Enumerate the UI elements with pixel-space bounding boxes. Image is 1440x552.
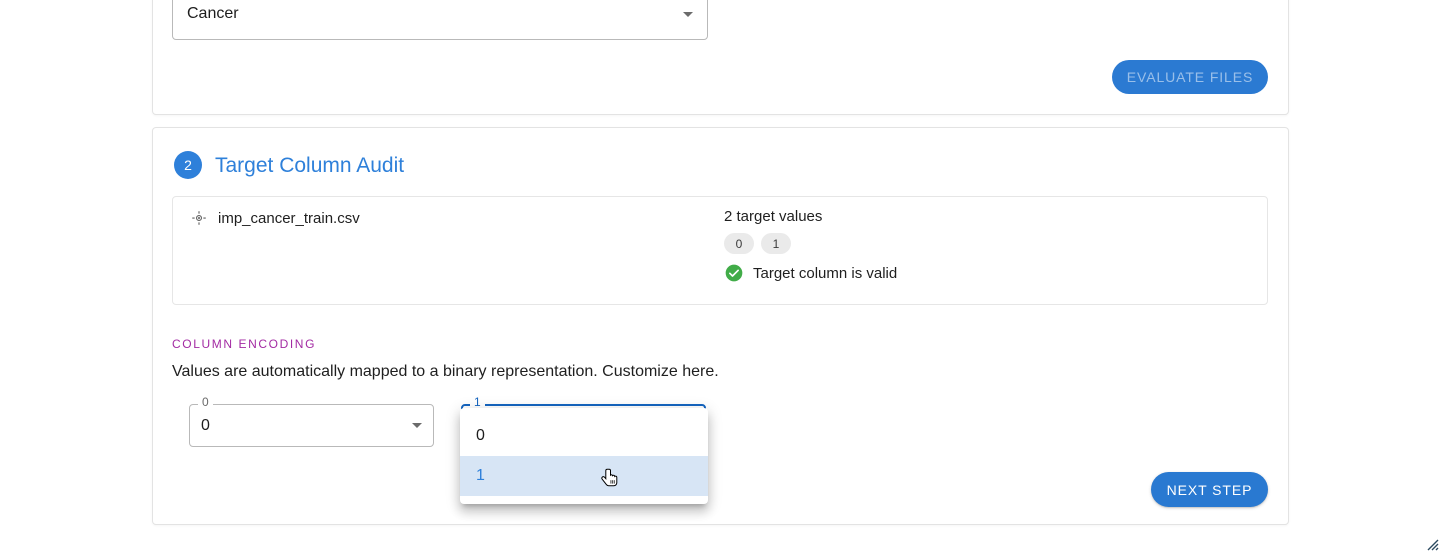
app-page: Cancer EVALUATE FILES 2 Target Column Au…: [0, 0, 1440, 552]
encoding-dropdown-menu[interactable]: 0 1: [460, 408, 708, 504]
column-encoding-section-label: COLUMN ENCODING: [172, 337, 317, 351]
audit-file-name: imp_cancer_train.csv: [218, 209, 360, 227]
encoding-menu-option-1-label: 1: [476, 467, 485, 484]
target-column-select[interactable]: Cancer: [172, 0, 708, 40]
audit-file-row: imp_cancer_train.csv: [190, 209, 360, 227]
encoding-menu-option-0-label: 0: [476, 427, 485, 444]
next-step-button-label: NEXT STEP: [1166, 481, 1253, 498]
target-column-audit-panel: imp_cancer_train.csv 2 target values 0 1…: [172, 196, 1268, 305]
check-circle-icon: [725, 264, 743, 282]
step-2-card: [152, 127, 1289, 525]
step-2-header: 2 Target Column Audit: [174, 151, 404, 179]
next-step-button[interactable]: NEXT STEP: [1151, 472, 1268, 507]
window-resize-handle[interactable]: [1425, 537, 1439, 551]
step-2-badge: 2: [174, 151, 202, 179]
evaluate-files-button-label: EVALUATE FILES: [1126, 69, 1254, 85]
chevron-down-icon: [412, 423, 422, 428]
column-encoding-description: Values are automatically mapped to a bin…: [172, 363, 719, 380]
target-value-chip: 0: [724, 233, 754, 254]
target-column-select-value: Cancer: [187, 5, 239, 22]
encoding-menu-option-1[interactable]: 1: [460, 456, 708, 496]
target-value-chip: 1: [761, 233, 791, 254]
target-validity-status: Target column is valid: [724, 263, 897, 283]
encoding-select-0-value: 0: [201, 416, 210, 434]
encoding-select-0[interactable]: 0 0: [189, 396, 434, 447]
target-values-count: 2 target values: [724, 208, 823, 225]
target-values-chips: 0 1: [724, 233, 897, 254]
crosshair-icon: [192, 211, 206, 225]
chevron-down-icon: [683, 11, 693, 17]
encoding-menu-option-0[interactable]: 0: [460, 416, 708, 456]
target-values-info: 2 target values 0 1 Target column is val…: [724, 208, 897, 283]
target-validity-text: Target column is valid: [753, 264, 898, 282]
evaluate-files-button[interactable]: EVALUATE FILES: [1112, 60, 1268, 94]
step-2-title: Target Column Audit: [215, 153, 405, 177]
encoding-select-0-inner: 0: [189, 404, 434, 447]
